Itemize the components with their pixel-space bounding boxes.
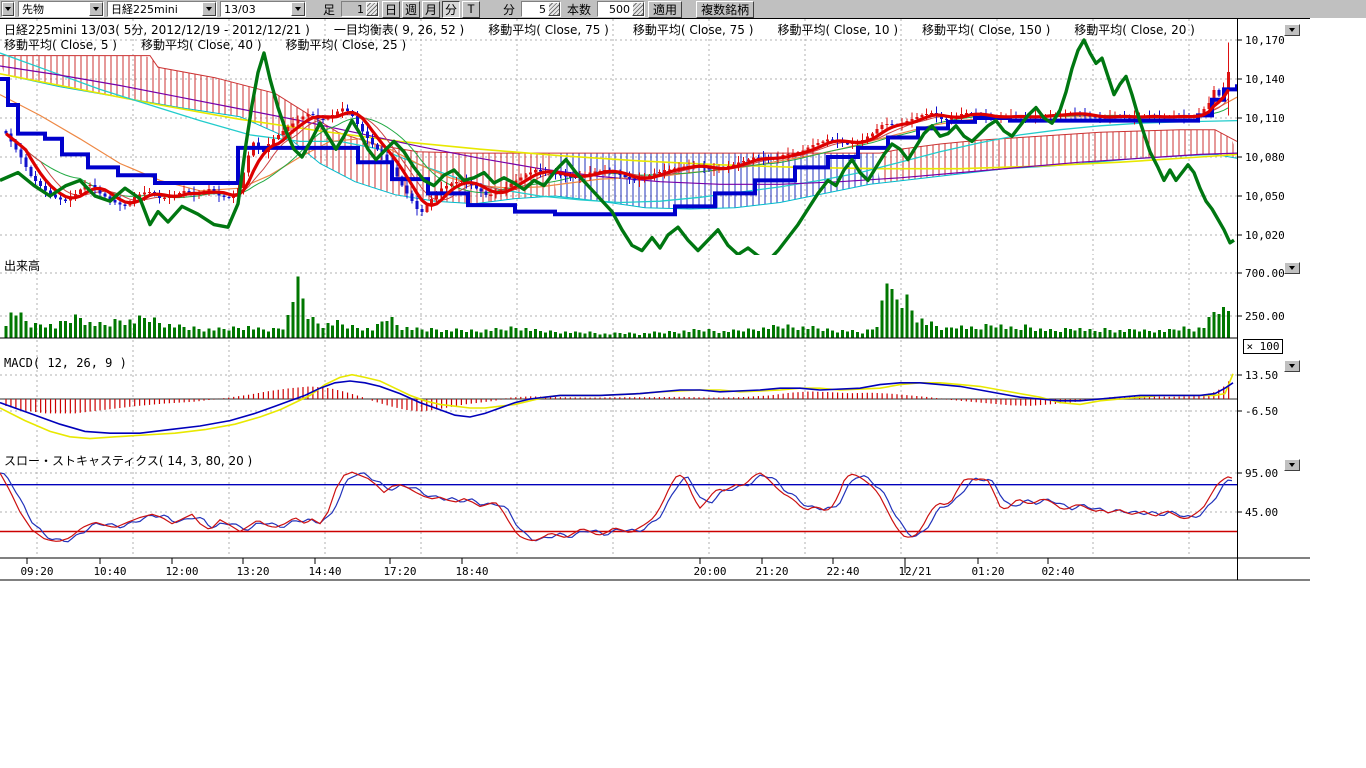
axis-label: 10,110	[1245, 112, 1285, 125]
volume-pane-label: 出来高	[4, 257, 40, 274]
legend-item: 移動平均( Close, 75 )	[633, 23, 754, 37]
minutes-label: 分	[500, 1, 518, 18]
volume-scale-dropdown-button[interactable]	[1284, 262, 1300, 274]
legend-item: 移動平均( Close, 10 )	[777, 23, 898, 37]
spinner-icon[interactable]	[366, 2, 378, 16]
bars-label: 本数	[564, 1, 594, 18]
legend-item: 日経225mini 13/03( 5分, 2012/12/19 - 2012/1…	[4, 23, 310, 37]
legend-item: 移動平均( Close, 150 )	[922, 23, 1050, 37]
interval-value: 1	[342, 3, 366, 16]
time-axis-label: 17:20	[383, 565, 416, 578]
axis-label: 10,140	[1245, 73, 1285, 86]
period-button-1[interactable]: 週	[402, 1, 420, 18]
category-combobox[interactable]: 先物	[18, 1, 104, 17]
contract-month-combobox[interactable]: 13/03	[220, 1, 306, 17]
axis-label: 10,170	[1245, 34, 1285, 47]
time-axis-label: 20:00	[693, 565, 726, 578]
symbol-value: 日経225mini	[108, 1, 202, 17]
chevron-down-icon[interactable]	[2, 2, 14, 16]
axis-label: 10,020	[1245, 229, 1285, 242]
volume-multiplier-badge: × 100	[1243, 339, 1283, 354]
bars-spinner[interactable]: 500	[597, 1, 645, 17]
chart-canvas: 10,170 10,140 10,110 10,080 10,050 10,020 700.…	[0, 18, 1310, 582]
chevron-down-icon[interactable]	[291, 2, 305, 16]
minutes-spinner[interactable]: 5	[521, 1, 561, 17]
time-axis-label: 21:20	[755, 565, 788, 578]
legend-item: 一目均衡表( 9, 26, 52 )	[334, 23, 464, 37]
contract-value: 13/03	[221, 3, 291, 16]
axis-label: 700.00	[1245, 267, 1285, 280]
time-axis-label: 18:40	[455, 565, 488, 578]
axis-label: 45.00	[1245, 506, 1278, 519]
axis-label: 13.50	[1245, 369, 1278, 382]
bars-value: 500	[598, 3, 632, 16]
legend-item: 移動平均( Close, 5 )	[4, 38, 117, 52]
legend-item: 移動平均( Close, 75 )	[488, 23, 609, 37]
legend-item: 移動平均( Close, 40 )	[141, 38, 262, 52]
bar-type-label: 足	[320, 1, 338, 18]
time-axis-label: 12/21	[898, 565, 931, 578]
time-axis-label: 10:40	[93, 565, 126, 578]
stoch-scale-dropdown-button[interactable]	[1284, 459, 1300, 471]
stoch-pane-label: スロー・ストキャスティクス( 14, 3, 80, 20 )	[4, 452, 252, 469]
axis-label: -6.50	[1245, 405, 1278, 418]
time-axis-label: 14:40	[308, 565, 341, 578]
spinner-icon[interactable]	[632, 2, 644, 16]
spinner-icon[interactable]	[548, 2, 560, 16]
period-button-0[interactable]: 日	[382, 1, 400, 18]
macd-scale-dropdown-button[interactable]	[1284, 360, 1300, 372]
axis-label: 95.00	[1245, 467, 1278, 480]
multi-symbol-button[interactable]: 複数銘柄	[696, 1, 754, 18]
axis-label: 250.00	[1245, 310, 1285, 323]
legend-item: 移動平均( Close, 25 )	[286, 38, 407, 52]
toolbar-grip-dropdown[interactable]	[1, 1, 15, 17]
symbol-combobox[interactable]: 日経225mini	[107, 1, 217, 17]
period-button-3[interactable]: 分	[442, 1, 460, 18]
period-button-group: 日週月分T	[382, 1, 480, 18]
time-axis-label: 13:20	[236, 565, 269, 578]
price-scale-dropdown-button[interactable]	[1284, 24, 1300, 36]
macd-pane-label: MACD( 12, 26, 9 )	[4, 356, 127, 370]
apply-button[interactable]: 適用	[648, 1, 682, 18]
time-axis-label: 22:40	[826, 565, 859, 578]
chevron-down-icon[interactable]	[202, 2, 216, 16]
chart-legend-line2: 移動平均( Close, 5 ) 移動平均( Close, 40 ) 移動平均( C…	[4, 36, 430, 53]
time-axis-label: 12:00	[165, 565, 198, 578]
chevron-down-icon[interactable]	[89, 2, 103, 16]
axis-label: 10,080	[1245, 151, 1285, 164]
toolbar: 先物 日経225mini 13/03 足 1 日週月分T 分 5 本数 500 …	[0, 0, 1366, 18]
period-button-2[interactable]: 月	[422, 1, 440, 18]
legend-item: 移動平均( Close, 20 )	[1074, 23, 1195, 37]
axis-label: 10,050	[1245, 190, 1285, 203]
category-value: 先物	[19, 1, 89, 17]
period-button-4[interactable]: T	[462, 1, 480, 18]
minutes-value: 5	[522, 3, 548, 16]
time-axis-label: 09:20	[20, 565, 53, 578]
interval-spinner[interactable]: 1	[341, 1, 379, 17]
time-axis-label: 02:40	[1041, 565, 1074, 578]
time-axis-label: 01:20	[971, 565, 1004, 578]
